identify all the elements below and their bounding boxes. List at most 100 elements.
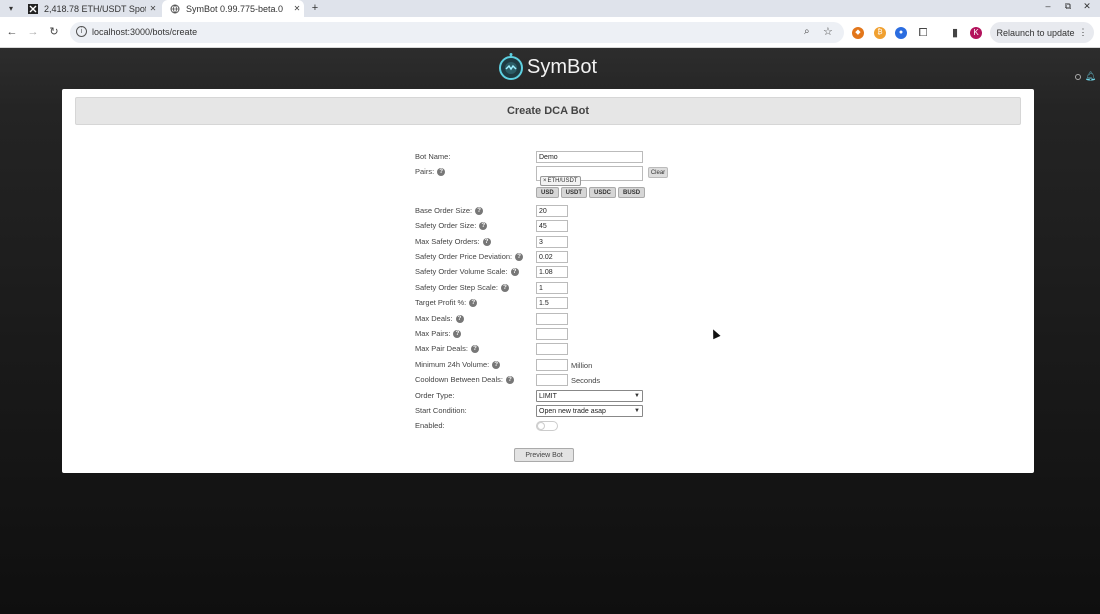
site-info-icon[interactable]: i [76, 26, 87, 37]
metamask-extension-icon[interactable]: ◆ [852, 27, 864, 39]
tab-list-chevron-icon[interactable]: ▾ [3, 1, 19, 16]
help-icon[interactable]: ? [437, 167, 446, 176]
url-text: localhost:3000/bots/create [92, 27, 198, 37]
help-icon[interactable]: ? [453, 329, 462, 338]
browser-tab-symbot[interactable]: SymBot 0.99.775-beta.0 ✕ [162, 0, 304, 17]
quote-usdc-button[interactable]: USDC [589, 187, 617, 198]
so-price-deviation-row: Safety Order Price Deviation:? 0.02 [415, 251, 715, 265]
status-dot-icon [1074, 73, 1081, 80]
max-safety-orders-input[interactable]: 3 [536, 236, 568, 248]
minimize-icon[interactable]: – [1041, 1, 1055, 11]
help-icon[interactable]: ? [479, 221, 488, 230]
order-type-row: Order Type: LIMIT ▼ [415, 390, 715, 404]
target-profit-row: Target Profit %:? 1.5 [415, 297, 715, 311]
max-safety-orders-row: Max Safety Orders:? 3 [415, 236, 715, 250]
min-24h-volume-control: Million [536, 359, 592, 371]
forward-icon[interactable]: → [26, 25, 40, 39]
max-deals-row: Max Deals:? [415, 313, 715, 327]
quote-currency-buttons: USD USDT USDC BUSD [536, 187, 646, 198]
profile-avatar[interactable]: K [970, 27, 982, 39]
tab-title: SymBot 0.99.775-beta.0 [186, 3, 284, 14]
pairs-select[interactable]: × ETH/USDT [536, 166, 643, 186]
bookmark-star-icon[interactable]: ☆ [823, 25, 833, 38]
order-type-label: Order Type: [415, 391, 455, 400]
tab-close-icon[interactable]: ✕ [290, 4, 304, 13]
remove-chip-icon[interactable]: × [543, 178, 547, 184]
bell-icon[interactable]: 🔔︎ [1085, 71, 1096, 82]
brand-logo[interactable]: SymBot [497, 52, 597, 82]
back-icon[interactable]: ← [5, 25, 19, 39]
help-icon[interactable]: ? [515, 252, 524, 261]
max-pair-deals-label: Max Pair Deals:? [415, 344, 479, 353]
help-icon[interactable]: ? [510, 267, 519, 276]
exchange-icon [28, 3, 38, 14]
so-price-deviation-label: Safety Order Price Deviation:? [415, 252, 524, 261]
enabled-toggle[interactable] [536, 421, 558, 431]
max-pair-deals-input[interactable] [536, 343, 568, 355]
base-order-size-label: Base Order Size:? [415, 206, 484, 215]
extensions-puzzle-icon[interactable]: ⧠ [917, 27, 929, 39]
zoom-icon[interactable]: ⌕ [804, 26, 810, 37]
help-icon[interactable]: ? [482, 237, 491, 246]
coin-extension-icon[interactable]: ₿ [874, 27, 886, 39]
safety-order-size-label: Safety Order Size:? [415, 221, 488, 230]
relaunch-button[interactable]: Relaunch to update ⋮ [990, 22, 1094, 43]
relaunch-label: Relaunch to update [996, 27, 1075, 38]
bot-name-input[interactable]: Demo [536, 151, 643, 163]
clear-pairs-button[interactable]: Clear [648, 167, 668, 178]
new-tab-icon[interactable]: + [308, 1, 322, 15]
window-close-icon[interactable]: ✕ [1080, 1, 1094, 12]
help-icon[interactable]: ? [469, 298, 478, 307]
so-price-deviation-input[interactable]: 0.02 [536, 251, 568, 263]
robot-logo-icon [499, 53, 523, 80]
enabled-row: Enabled: [415, 420, 715, 434]
quote-usdt-button[interactable]: USDT [560, 187, 588, 198]
start-condition-label: Start Condition: [415, 406, 467, 415]
pair-chip[interactable]: × ETH/USDT [540, 176, 581, 186]
chevron-down-icon: ▼ [634, 408, 640, 414]
tab-close-icon[interactable]: ✕ [146, 4, 160, 13]
enabled-label: Enabled: [415, 421, 445, 430]
help-icon[interactable]: ? [505, 375, 514, 384]
help-icon[interactable]: ? [492, 360, 501, 369]
browser-toolbar: ← → ↻ i localhost:3000/bots/create ⌕ ☆ ◆… [0, 17, 1100, 48]
toggle-knob [537, 422, 545, 430]
side-panel-icon[interactable]: ▮ [949, 27, 961, 39]
restore-icon[interactable]: ⧉ [1061, 1, 1075, 12]
so-step-scale-input[interactable]: 1 [536, 282, 568, 294]
target-profit-input[interactable]: 1.5 [536, 297, 568, 309]
order-type-select[interactable]: LIMIT ▼ [536, 390, 643, 402]
max-pairs-row: Max Pairs:? [415, 328, 715, 342]
start-condition-select[interactable]: Open new trade asap ▼ [536, 405, 643, 417]
brand-name: SymBot [527, 55, 598, 78]
base-order-size-input[interactable]: 20 [536, 205, 568, 217]
header-icons: 🔔︎ [1074, 71, 1096, 82]
target-profit-label: Target Profit %:? [415, 298, 478, 307]
help-icon[interactable]: ? [475, 206, 484, 215]
cooldown-row: Cooldown Between Deals:? Seconds [415, 374, 715, 388]
quote-busd-button[interactable]: BUSD [618, 187, 646, 198]
globe-icon [170, 4, 180, 14]
quote-currency-row: USD USDT USDC BUSD [415, 187, 715, 201]
cooldown-control: Seconds [536, 374, 600, 386]
address-bar[interactable]: i localhost:3000/bots/create ⌕ ☆ [70, 22, 844, 43]
help-icon[interactable]: ? [500, 283, 509, 292]
cooldown-input[interactable] [536, 374, 568, 386]
min-24h-volume-input[interactable] [536, 359, 568, 371]
min-24h-volume-row: Minimum 24h Volume:? Million [415, 359, 715, 373]
help-icon[interactable]: ? [470, 344, 479, 353]
browser-tab-exchange[interactable]: 2,418.78 ETH/USDT Spot ✕ [20, 0, 160, 17]
so-volume-scale-label: Safety Order Volume Scale:? [415, 267, 519, 276]
so-volume-scale-input[interactable]: 1.08 [536, 266, 568, 278]
max-deals-input[interactable] [536, 313, 568, 325]
safety-order-size-input[interactable]: 45 [536, 220, 568, 232]
volume-unit-label: Million [571, 361, 593, 370]
min-24h-volume-label: Minimum 24h Volume:? [415, 360, 501, 369]
circle-extension-icon[interactable]: ● [895, 27, 907, 39]
max-pairs-input[interactable] [536, 328, 568, 340]
quote-usd-button[interactable]: USD [536, 187, 559, 198]
help-icon[interactable]: ? [455, 314, 464, 323]
preview-bot-button[interactable]: Preview Bot [514, 448, 574, 462]
reload-icon[interactable]: ↻ [47, 25, 61, 39]
so-volume-scale-row: Safety Order Volume Scale:? 1.08 [415, 266, 715, 280]
